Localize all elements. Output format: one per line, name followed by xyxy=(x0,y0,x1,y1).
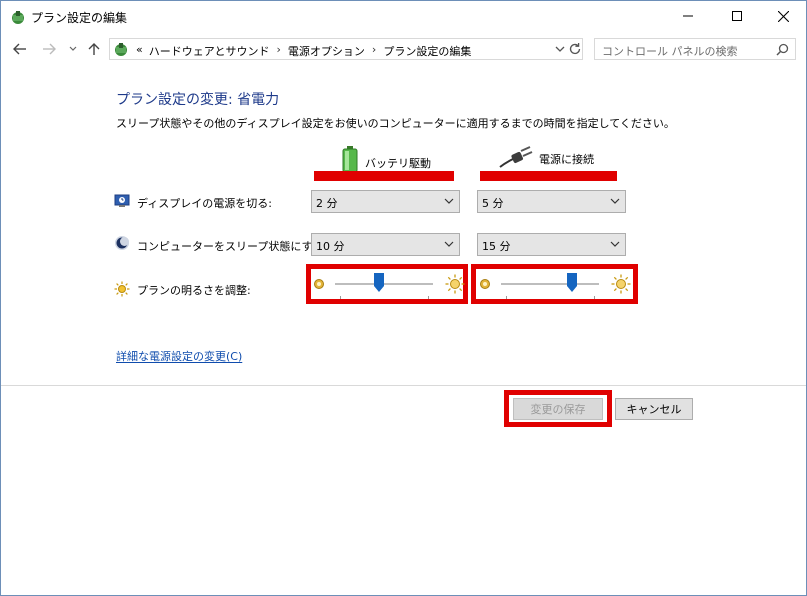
control-panel-icon xyxy=(115,43,127,56)
cancel-button[interactable]: キャンセル xyxy=(615,398,693,420)
chevron-down-icon xyxy=(444,241,454,247)
slider-tick xyxy=(506,296,507,299)
battery-column-header: バッテリ駆動 xyxy=(341,145,431,173)
display-off-battery-value: 2 分 xyxy=(316,197,338,210)
close-button[interactable] xyxy=(760,1,806,31)
forward-button[interactable] xyxy=(41,41,57,57)
battery-icon xyxy=(342,146,358,173)
chevron-down-icon xyxy=(610,198,620,204)
power-plug-icon xyxy=(499,146,533,168)
window-title: プラン設定の編集 xyxy=(31,11,128,25)
navigation-bar: « ハードウェアとサウンド › 電源オプション › プラン設定の編集 コントロー… xyxy=(1,35,806,63)
bright-brightness-icon xyxy=(611,274,631,294)
battery-highlight-bar xyxy=(314,171,454,181)
slider-track xyxy=(501,283,599,285)
address-bar[interactable]: « ハードウェアとサウンド › 電源オプション › プラン設定の編集 xyxy=(109,38,583,60)
battery-brightness-slider[interactable] xyxy=(311,269,473,299)
sleep-plugged-value: 15 分 xyxy=(482,240,511,253)
title-bar: プラン設定の編集 xyxy=(1,1,806,32)
search-box[interactable]: コントロール パネルの検索 xyxy=(594,38,796,60)
sleep-plugged-select[interactable]: 15 分 xyxy=(477,233,626,256)
plugged-brightness-slider[interactable] xyxy=(477,269,639,299)
plugged-column-label: 電源に接続 xyxy=(539,153,594,166)
close-icon xyxy=(777,10,789,22)
slider-thumb[interactable] xyxy=(566,273,577,292)
sleep-battery-value: 10 分 xyxy=(316,240,345,253)
display-off-battery-select[interactable]: 2 分 xyxy=(311,190,460,213)
chevron-down-icon xyxy=(610,241,620,247)
breadcrumb-hardware-sound[interactable]: ハードウェアとサウンド xyxy=(146,43,273,59)
save-button[interactable]: 変更の保存 xyxy=(513,398,603,420)
up-button[interactable] xyxy=(86,41,102,57)
page-title: プラン設定の変更: 省電力 xyxy=(116,92,280,108)
divider xyxy=(1,385,806,386)
slider-tick xyxy=(428,296,429,299)
maximize-button[interactable] xyxy=(714,1,760,31)
breadcrumb-separator[interactable]: › xyxy=(368,43,380,59)
sleep-battery-select[interactable]: 10 分 xyxy=(311,233,460,256)
breadcrumb-overflow[interactable]: « xyxy=(133,43,146,59)
address-dropdown-icon[interactable] xyxy=(554,43,566,55)
advanced-settings-link[interactable]: 詳細な電源設定の変更(C) xyxy=(116,348,242,364)
search-input[interactable]: コントロール パネルの検索 xyxy=(602,43,738,59)
recent-locations-button[interactable] xyxy=(65,41,81,57)
back-button[interactable] xyxy=(12,41,28,57)
slider-tick xyxy=(594,296,595,299)
display-off-plugged-select[interactable]: 5 分 xyxy=(477,190,626,213)
minimize-icon xyxy=(683,15,693,17)
refresh-icon[interactable] xyxy=(568,42,582,56)
brightness-sun-icon xyxy=(114,281,130,297)
slider-tick xyxy=(340,296,341,299)
back-arrow-icon xyxy=(13,43,26,55)
plan-settings-window: プラン設定の編集 « ハードウェアとサウンド › 電源オプション › プラン設定… xyxy=(0,0,807,596)
forward-arrow-icon xyxy=(43,43,56,55)
display-off-label: ディスプレイの電源を切る: xyxy=(137,197,272,210)
display-off-plugged-value: 5 分 xyxy=(482,197,504,210)
plugged-column-header: 電源に接続 xyxy=(499,145,594,169)
sleep-moon-icon xyxy=(115,236,129,250)
dim-brightness-icon xyxy=(314,279,324,289)
battery-column-label: バッテリ駆動 xyxy=(365,157,431,170)
maximize-icon xyxy=(732,11,742,21)
minimize-button[interactable] xyxy=(665,1,711,31)
chevron-down-icon xyxy=(69,46,77,51)
up-arrow-icon xyxy=(88,43,100,55)
sleep-label: コンピューターをスリープ状態にする: xyxy=(137,240,328,253)
bright-brightness-icon xyxy=(445,274,465,294)
plugged-highlight-bar xyxy=(480,171,617,181)
display-power-icon xyxy=(114,194,130,207)
breadcrumb: « ハードウェアとサウンド › 電源オプション › プラン設定の編集 xyxy=(133,43,474,59)
page-description: スリープ状態やその他のディスプレイ設定をお使いのコンピューターに適用するまでの時… xyxy=(116,117,675,130)
brightness-label: プランの明るさを調整: xyxy=(137,284,251,297)
dim-brightness-icon xyxy=(480,279,490,289)
breadcrumb-edit-plan[interactable]: プラン設定の編集 xyxy=(380,43,474,59)
power-options-icon xyxy=(12,11,24,24)
slider-thumb[interactable] xyxy=(374,273,385,292)
search-icon[interactable] xyxy=(776,43,789,56)
breadcrumb-power-options[interactable]: 電源オプション xyxy=(285,43,368,59)
chevron-down-icon xyxy=(444,198,454,204)
breadcrumb-separator[interactable]: › xyxy=(273,43,285,59)
